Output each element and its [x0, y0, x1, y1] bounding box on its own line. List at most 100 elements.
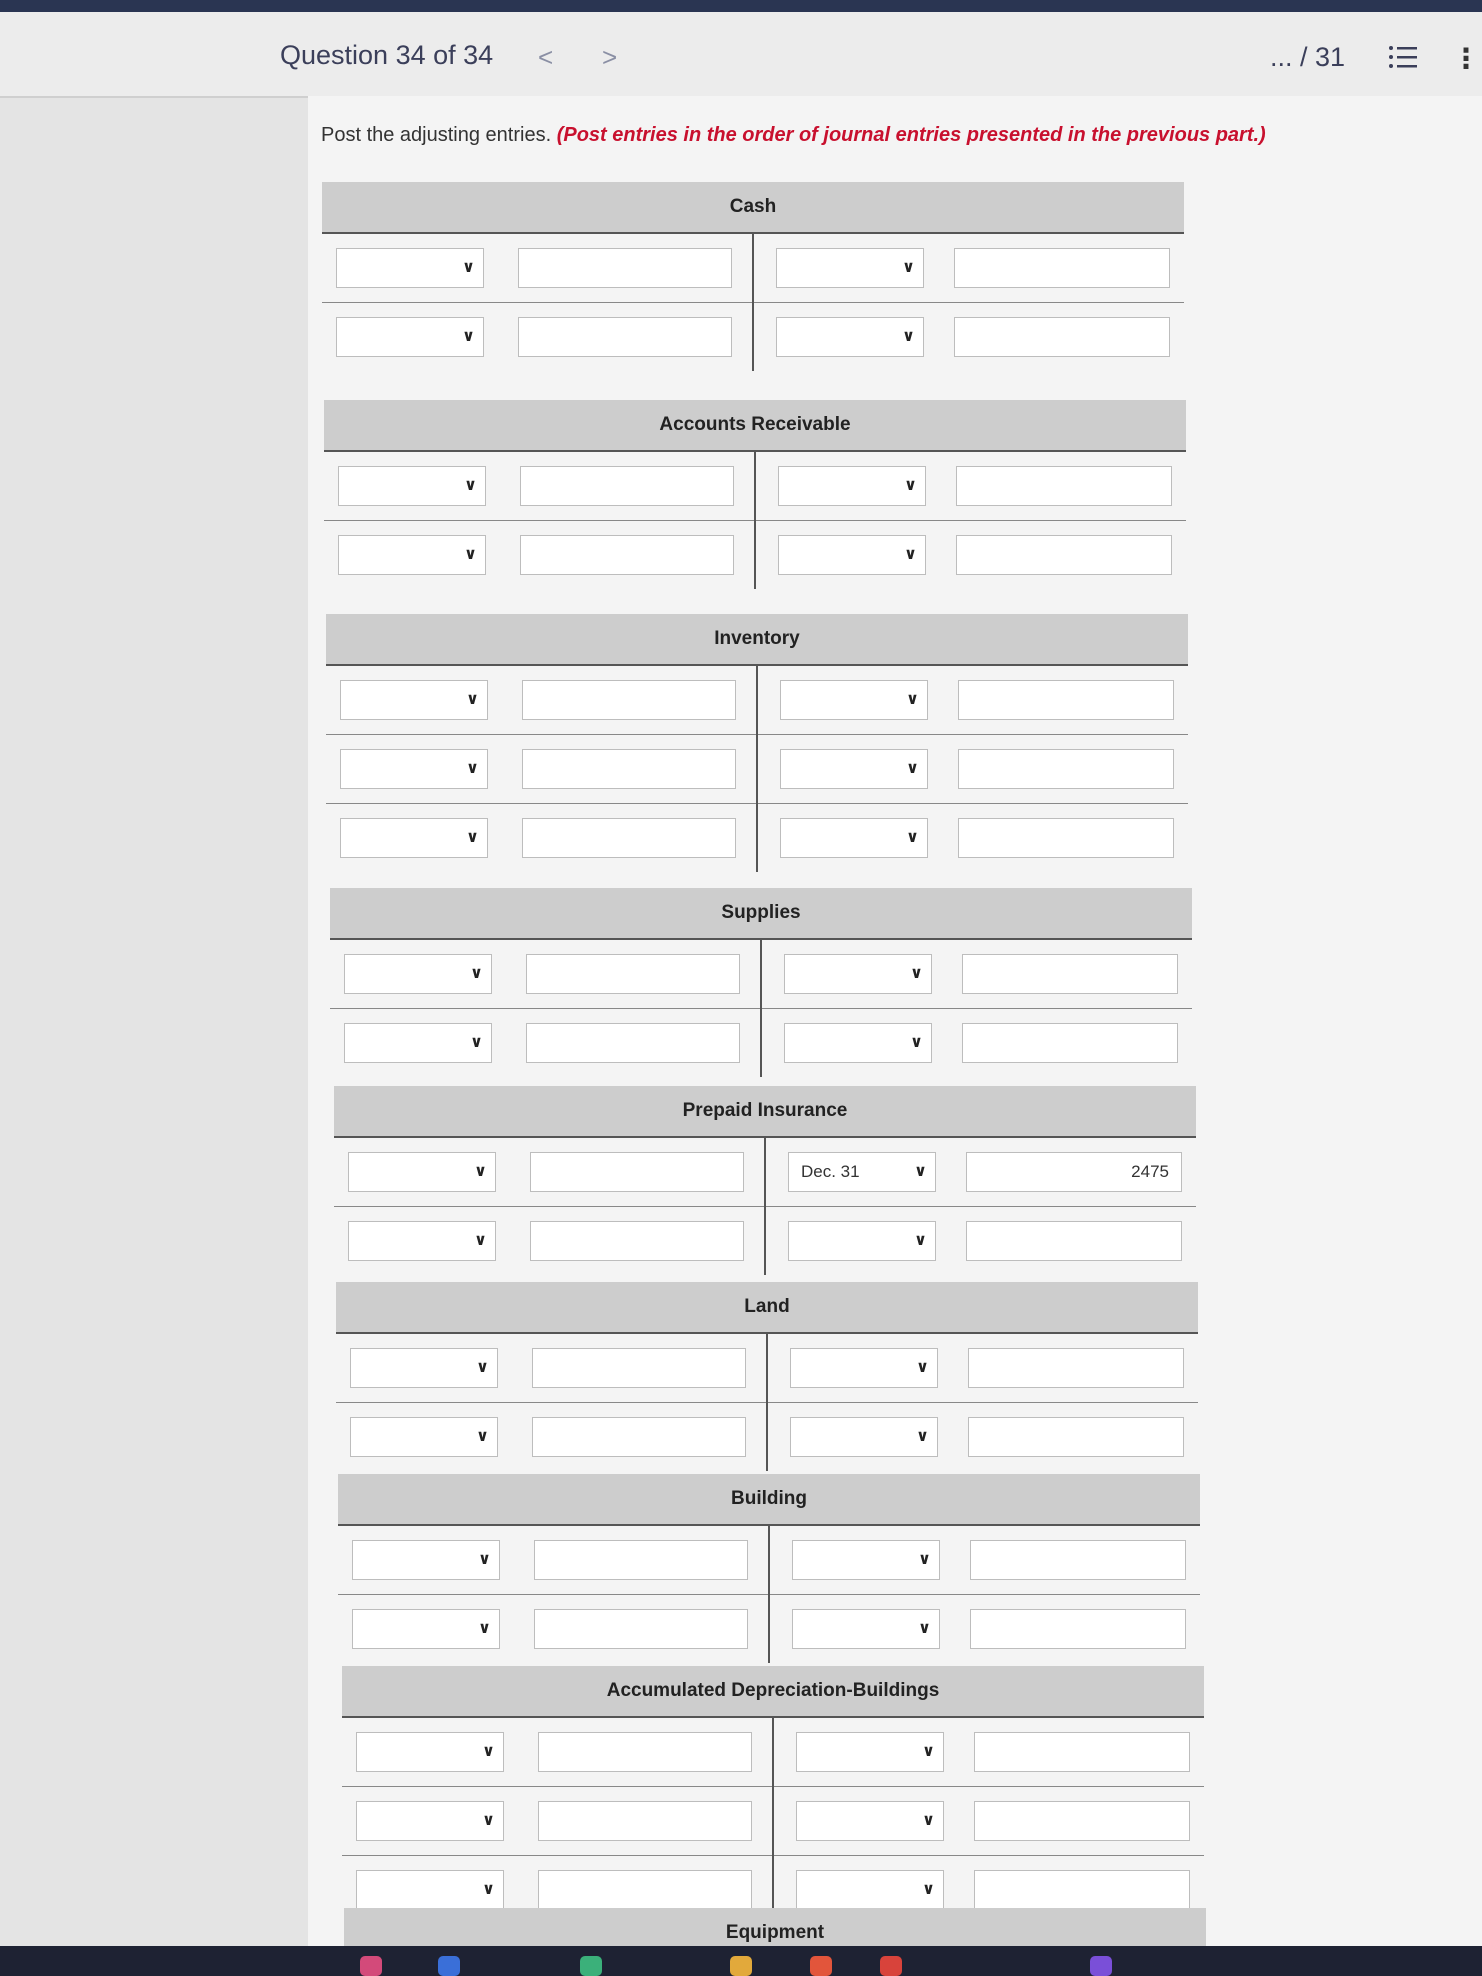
t-account-rows: ∨ ∨ ∨ ∨ ∨ ∨ — [342, 1718, 1204, 1924]
debit-date-select[interactable]: ∨ — [338, 535, 486, 575]
chevron-down-icon: ∨ — [906, 760, 919, 777]
chevron-down-icon: ∨ — [466, 829, 479, 846]
credit-amount-input[interactable] — [962, 954, 1178, 994]
debit-date-select[interactable]: ∨ — [350, 1348, 498, 1388]
credit-date-select[interactable]: ∨ — [780, 680, 928, 720]
debit-date-select[interactable]: ∨ — [356, 1870, 504, 1910]
debit-amount-input[interactable] — [520, 466, 734, 506]
debit-amount-input[interactable] — [530, 1221, 744, 1261]
credit-date-select[interactable]: ∨ — [792, 1609, 940, 1649]
previous-question-button[interactable]: < — [538, 42, 553, 73]
more-options-icon[interactable]: ⋮ — [1452, 42, 1480, 75]
t-account-title: Accounts Receivable — [324, 400, 1186, 452]
credit-date-select[interactable]: ∨ — [790, 1348, 938, 1388]
credit-amount-input[interactable] — [956, 466, 1172, 506]
credit-amount-input[interactable] — [954, 317, 1170, 357]
debit-date-select[interactable]: ∨ — [356, 1732, 504, 1772]
credit-amount-input[interactable] — [954, 248, 1170, 288]
debit-amount-input[interactable] — [526, 954, 740, 994]
credit-amount-input[interactable] — [974, 1870, 1190, 1910]
score-display: ... / 31 — [1270, 42, 1346, 72]
debit-amount-input[interactable] — [538, 1870, 752, 1910]
ledger-row: ∨ ∨ — [342, 1718, 1204, 1787]
credit-date-select[interactable]: ∨ — [796, 1870, 944, 1910]
debit-date-select[interactable]: ∨ — [344, 1023, 492, 1063]
debit-date-select[interactable]: ∨ — [350, 1417, 498, 1457]
chevron-down-icon: ∨ — [906, 829, 919, 846]
credit-date-select[interactable]: ∨ — [796, 1801, 944, 1841]
debit-amount-input[interactable] — [522, 749, 736, 789]
next-question-button[interactable]: > — [602, 42, 617, 73]
credit-date-select[interactable]: ∨ — [796, 1732, 944, 1772]
window-top-strip — [0, 0, 1482, 12]
debit-date-select[interactable]: ∨ — [338, 466, 486, 506]
credit-amount-input[interactable] — [970, 1540, 1186, 1580]
chevron-down-icon: ∨ — [476, 1359, 489, 1376]
credit-date-select[interactable]: ∨ — [780, 749, 928, 789]
app-icon[interactable] — [360, 1956, 382, 1976]
credit-amount-input[interactable] — [974, 1801, 1190, 1841]
debit-date-select[interactable]: ∨ — [348, 1221, 496, 1261]
credit-date-select[interactable]: ∨ — [784, 1023, 932, 1063]
ledger-row: ∨ ∨ — [334, 1207, 1196, 1275]
credit-amount-input[interactable] — [958, 749, 1174, 789]
chevron-down-icon: ∨ — [922, 1812, 935, 1829]
app-icon[interactable] — [1090, 1956, 1112, 1976]
t-account-rows: ∨ Dec. 31 ∨ 2475 ∨ ∨ — [334, 1138, 1196, 1275]
credit-date-select[interactable]: ∨ — [778, 535, 926, 575]
app-icon[interactable] — [580, 1956, 602, 1976]
question-list-icon[interactable] — [1388, 44, 1418, 70]
debit-date-select[interactable]: ∨ — [336, 248, 484, 288]
debit-amount-input[interactable] — [538, 1801, 752, 1841]
t-account-title: Inventory — [326, 614, 1188, 666]
debit-amount-input[interactable] — [522, 818, 736, 858]
app-icon[interactable] — [730, 1956, 752, 1976]
app-icon[interactable] — [880, 1956, 902, 1976]
debit-amount-input[interactable] — [534, 1609, 748, 1649]
debit-amount-input[interactable] — [534, 1540, 748, 1580]
debit-date-select[interactable]: ∨ — [340, 749, 488, 789]
debit-amount-input[interactable] — [530, 1152, 744, 1192]
credit-date-select[interactable]: ∨ — [778, 466, 926, 506]
credit-amount-input[interactable] — [956, 535, 1172, 575]
debit-amount-input[interactable] — [518, 317, 732, 357]
credit-date-select[interactable]: ∨ — [788, 1221, 936, 1261]
chevron-down-icon: ∨ — [478, 1551, 491, 1568]
question-header: Question 34 of 34 < > ... / 31 ⋮ — [0, 12, 1482, 98]
debit-date-select[interactable]: ∨ — [356, 1801, 504, 1841]
debit-date-select[interactable]: ∨ — [340, 680, 488, 720]
app-icon[interactable] — [810, 1956, 832, 1976]
credit-amount-input[interactable] — [968, 1417, 1184, 1457]
debit-date-select[interactable]: ∨ — [336, 317, 484, 357]
credit-amount-input[interactable] — [958, 818, 1174, 858]
debit-amount-input[interactable] — [532, 1348, 746, 1388]
debit-date-select[interactable]: ∨ — [340, 818, 488, 858]
credit-amount-input[interactable] — [962, 1023, 1178, 1063]
credit-amount-input[interactable] — [966, 1221, 1182, 1261]
credit-date-select[interactable]: ∨ — [784, 954, 932, 994]
debit-amount-input[interactable] — [532, 1417, 746, 1457]
debit-date-select[interactable]: ∨ — [344, 954, 492, 994]
debit-date-select[interactable]: ∨ — [348, 1152, 496, 1192]
credit-date-select[interactable]: Dec. 31 ∨ — [788, 1152, 936, 1192]
debit-amount-input[interactable] — [538, 1732, 752, 1772]
debit-date-select[interactable]: ∨ — [352, 1540, 500, 1580]
credit-amount-input[interactable] — [970, 1609, 1186, 1649]
chevron-down-icon: ∨ — [916, 1428, 929, 1445]
t-account: Accounts Receivable ∨ ∨ ∨ ∨ — [324, 400, 1186, 589]
app-icon[interactable] — [438, 1956, 460, 1976]
credit-amount-input[interactable]: 2475 — [966, 1152, 1182, 1192]
credit-date-select[interactable]: ∨ — [780, 818, 928, 858]
credit-date-select[interactable]: ∨ — [792, 1540, 940, 1580]
debit-amount-input[interactable] — [518, 248, 732, 288]
debit-amount-input[interactable] — [526, 1023, 740, 1063]
credit-amount-input[interactable] — [968, 1348, 1184, 1388]
debit-amount-input[interactable] — [522, 680, 736, 720]
credit-date-select[interactable]: ∨ — [776, 248, 924, 288]
debit-amount-input[interactable] — [520, 535, 734, 575]
credit-amount-input[interactable] — [958, 680, 1174, 720]
credit-date-select[interactable]: ∨ — [776, 317, 924, 357]
credit-amount-input[interactable] — [974, 1732, 1190, 1772]
debit-date-select[interactable]: ∨ — [352, 1609, 500, 1649]
credit-date-select[interactable]: ∨ — [790, 1417, 938, 1457]
